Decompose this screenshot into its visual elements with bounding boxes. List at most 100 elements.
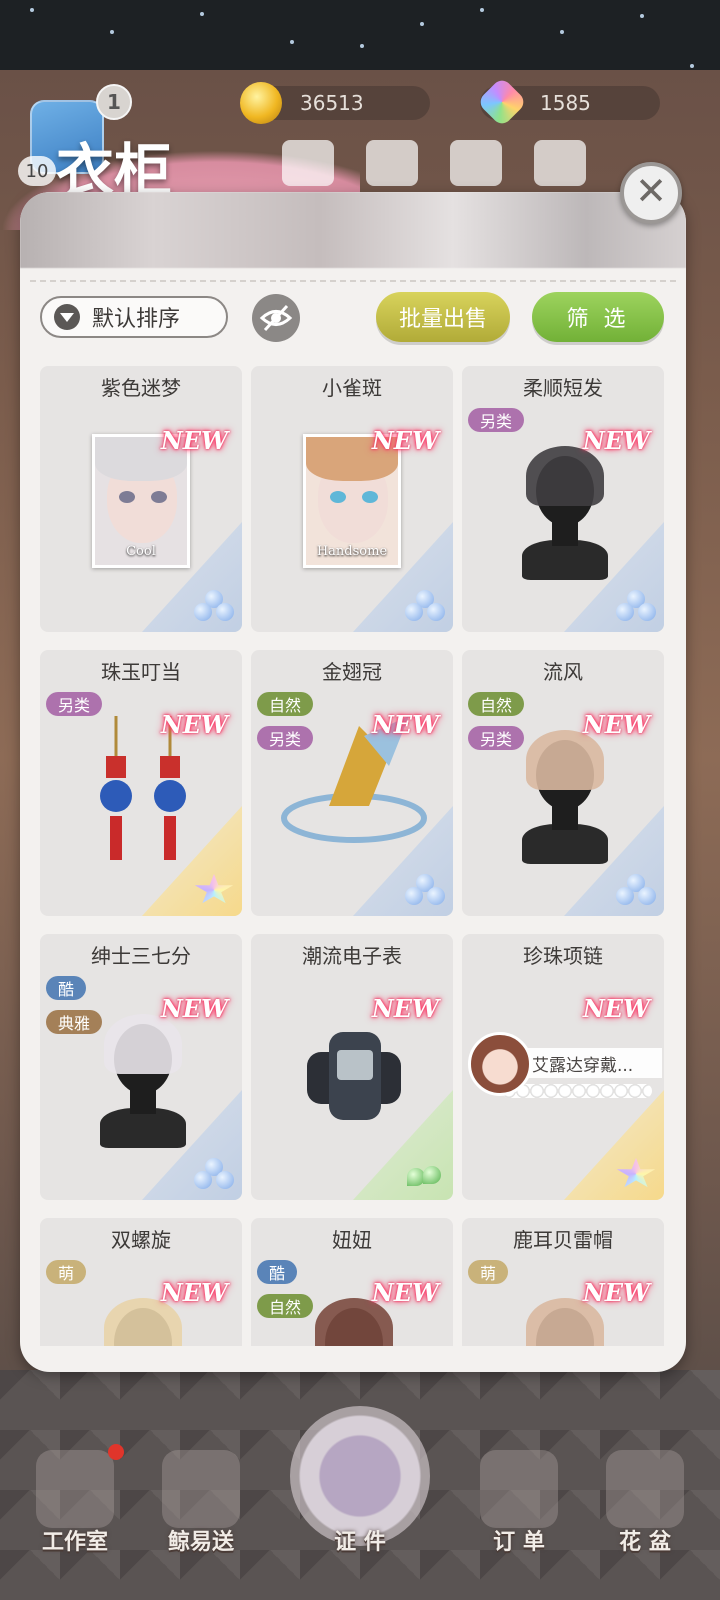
- style-tag: 另类: [468, 726, 525, 750]
- panel-banner: [20, 192, 686, 268]
- nav-delivery[interactable]: 鲸易送: [146, 1450, 256, 1570]
- nav-label: 工作室: [41, 1529, 108, 1555]
- new-badge: NEW: [582, 1278, 650, 1307]
- wig-on-mannequin: [522, 730, 608, 870]
- nav-label: 订 单: [493, 1529, 545, 1555]
- blue-gem-rarity-icon: [194, 1158, 234, 1190]
- player-level: 10: [18, 156, 56, 186]
- coin-amount: 36513: [300, 91, 364, 115]
- style-tag: 萌: [468, 1260, 509, 1284]
- task-list-icon[interactable]: [450, 140, 502, 186]
- coin-counter[interactable]: 36513: [240, 82, 430, 124]
- filter-button[interactable]: 筛 选: [532, 292, 664, 342]
- divider: [30, 280, 676, 282]
- item-name: 流风: [543, 660, 583, 684]
- close-button[interactable]: ✕: [620, 162, 682, 224]
- item-card[interactable]: 珠玉叮当 NEW 另类: [40, 650, 242, 916]
- item-name: 绅士三七分: [91, 944, 191, 968]
- pet-icon[interactable]: [282, 140, 334, 186]
- item-card[interactable]: 潮流电子表 NEW: [251, 934, 453, 1200]
- gem-counter[interactable]: 1585: [476, 76, 660, 128]
- coin-icon: [240, 82, 282, 124]
- style-tag: 典雅: [46, 1010, 103, 1034]
- item-name: 紫色迷梦: [101, 376, 181, 400]
- new-badge: NEW: [371, 426, 439, 455]
- item-name: 潮流电子表: [302, 944, 402, 968]
- new-badge: NEW: [160, 1278, 228, 1307]
- style-tag: 酷: [46, 976, 87, 1000]
- delivery-icon: [162, 1450, 240, 1528]
- nav-label: 花 盆: [619, 1529, 671, 1555]
- item-card[interactable]: 鹿耳贝雷帽 NEW 萌: [462, 1218, 664, 1346]
- bottom-nav: 工作室 鲸易送 证 件 订 单 花 盆: [0, 1380, 720, 1600]
- wig-on-mannequin: [100, 1014, 186, 1154]
- portrait-caption: Cool: [126, 544, 156, 559]
- notification-dot: [108, 1444, 124, 1460]
- chevron-down-icon: [54, 304, 80, 330]
- nav-workshop[interactable]: 工作室: [20, 1444, 130, 1570]
- new-badge: NEW: [160, 710, 228, 739]
- item-card[interactable]: 珍珠项链 NEW 艾露达穿戴...: [462, 934, 664, 1200]
- style-tag: 自然: [468, 692, 525, 716]
- item-card[interactable]: 紫色迷梦 NEW Cool: [40, 366, 242, 632]
- style-tag: 另类: [46, 692, 103, 716]
- blue-gem-rarity-icon: [405, 874, 445, 906]
- style-tag: 自然: [257, 692, 314, 716]
- eye-slash-icon: [259, 304, 293, 332]
- rarity-corner: [564, 1090, 664, 1200]
- item-name: 鹿耳贝雷帽: [513, 1228, 613, 1252]
- style-tag: 另类: [468, 408, 525, 432]
- new-badge: NEW: [160, 426, 228, 455]
- hide-toggle-button[interactable]: [252, 294, 300, 342]
- sort-label: 默认排序: [92, 307, 181, 332]
- green-leaf-rarity-icon: [405, 1158, 445, 1190]
- new-badge: NEW: [160, 994, 228, 1023]
- top-status-area: [0, 0, 720, 70]
- item-name: 金翅冠: [322, 660, 382, 684]
- item-name: 双螺旋: [111, 1228, 171, 1252]
- item-card[interactable]: 柔顺短发 NEW 另类: [462, 366, 664, 632]
- nav-label: 证 件: [334, 1529, 386, 1555]
- bulk-sell-button[interactable]: 批量出售: [376, 292, 510, 342]
- item-card[interactable]: 绅士三七分 NEW 酷典雅: [40, 934, 242, 1200]
- style-tag: 另类: [257, 726, 314, 750]
- mail-icon[interactable]: [534, 140, 586, 186]
- flowerpot-icon: [606, 1450, 684, 1528]
- new-badge: NEW: [371, 710, 439, 739]
- blue-gem-rarity-icon: [616, 874, 656, 906]
- item-card[interactable]: 双螺旋 NEW 萌: [40, 1218, 242, 1346]
- nav-certificate[interactable]: 证 件: [305, 1450, 415, 1570]
- item-card[interactable]: 金翅冠 NEW 自然另类: [251, 650, 453, 916]
- new-badge: NEW: [582, 994, 650, 1023]
- style-tag: 自然: [257, 1294, 314, 1318]
- new-badge: NEW: [582, 426, 650, 455]
- style-tag: 萌: [46, 1260, 87, 1284]
- nav-orders[interactable]: 订 单: [464, 1450, 574, 1570]
- wardrobe-panel: 默认排序 批量出售 筛 选 紫色迷梦 NEW Cool 小雀斑 NEW Handsome 柔…: [20, 192, 686, 1372]
- new-badge: NEW: [582, 710, 650, 739]
- item-name: 珍珠项链: [523, 944, 603, 968]
- order-icon: [480, 1450, 558, 1528]
- wig-on-mannequin: [522, 446, 608, 586]
- item-card[interactable]: 小雀斑 NEW Handsome: [251, 366, 453, 632]
- sort-dropdown[interactable]: 默认排序: [40, 296, 228, 338]
- wig-on-mannequin: [100, 1298, 186, 1346]
- item-card[interactable]: 妞妞 NEW 酷自然: [251, 1218, 453, 1346]
- wearer-avatar: [468, 1032, 532, 1096]
- nav-flowerpot[interactable]: 花 盆: [590, 1450, 700, 1570]
- workshop-icon: [36, 1450, 114, 1528]
- item-name: 小雀斑: [322, 376, 382, 400]
- pearl-necklace-art: [502, 1084, 652, 1098]
- item-name: 珠玉叮当: [101, 660, 181, 684]
- event-icon[interactable]: [366, 140, 418, 186]
- item-name: 妞妞: [332, 1228, 372, 1252]
- item-name: 柔顺短发: [523, 376, 603, 400]
- blue-gem-rarity-icon: [405, 590, 445, 622]
- item-card[interactable]: 流风 NEW 自然另类: [462, 650, 664, 916]
- blue-gem-rarity-icon: [194, 590, 234, 622]
- wearer-label: 艾露达穿戴...: [522, 1048, 662, 1078]
- new-badge: NEW: [371, 994, 439, 1023]
- style-tag: 酷: [257, 1260, 298, 1284]
- portrait-caption: Handsome: [316, 544, 388, 559]
- blue-gem-rarity-icon: [616, 590, 656, 622]
